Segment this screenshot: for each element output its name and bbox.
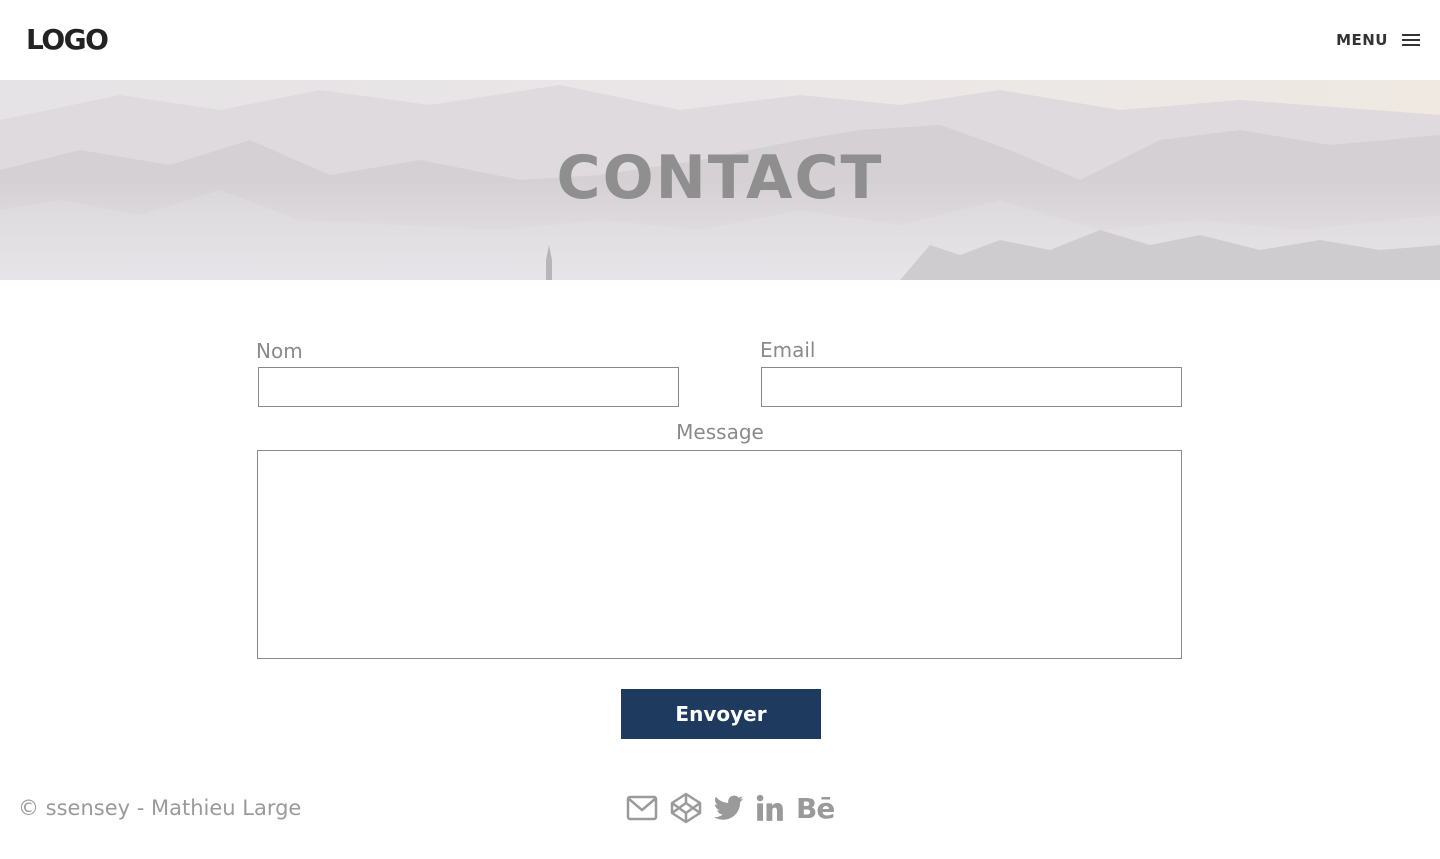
social-links: Bē [626, 790, 835, 826]
menu-button[interactable]: MENU [1336, 28, 1420, 52]
site-header: LOGO MENU [0, 0, 1440, 80]
behance-label: Bē [796, 791, 835, 825]
codepen-icon[interactable] [670, 790, 702, 826]
name-input[interactable] [258, 367, 679, 407]
message-label: Message [676, 420, 764, 444]
logo[interactable]: LOGO [26, 22, 109, 58]
behance-icon[interactable]: Bē [796, 790, 835, 826]
linkedin-icon[interactable] [756, 790, 784, 826]
email-label: Email [760, 338, 816, 362]
message-textarea[interactable] [257, 450, 1182, 659]
name-label: Nom [256, 339, 303, 363]
submit-button[interactable]: Envoyer [621, 689, 821, 739]
email-input[interactable] [761, 367, 1182, 407]
menu-label: MENU [1336, 31, 1388, 49]
hamburger-icon [1402, 33, 1420, 47]
envelope-icon[interactable] [626, 790, 658, 826]
twitter-icon[interactable] [714, 790, 744, 826]
page-title: CONTACT [556, 143, 884, 213]
copyright-text: © ssensey - Mathieu Large [18, 796, 302, 820]
hero-banner: CONTACT [0, 80, 1440, 280]
